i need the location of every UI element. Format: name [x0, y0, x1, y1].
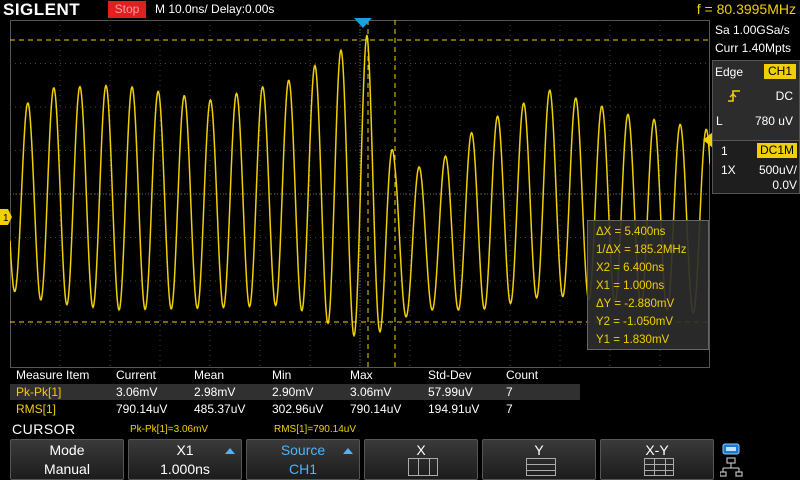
measure-mean: 485.37uV	[194, 402, 246, 416]
trigger-type: Edge	[715, 65, 744, 79]
measure-row[interactable]: Pk-Pk[1] 3.06mV 2.98mV 2.90mV 3.06mV 57.…	[10, 384, 580, 400]
measure-min: 302.96uV	[272, 402, 324, 416]
measure-name: Pk-Pk[1]	[16, 385, 62, 399]
measure-table: Measure Item Current Mean Min Max Std-De…	[10, 367, 710, 419]
brand-logo: SIGLENT	[3, 0, 81, 19]
channel-coupling-badge: DC1M	[757, 143, 797, 158]
memory-depth: Curr 1.40Mpts	[715, 41, 792, 55]
probe-attenuation: 1X	[721, 163, 736, 177]
menu-title-bar: CURSOR Pk-Pk[1]=3.06mV RMS[1]=790.14uV	[0, 420, 800, 438]
run-stop-badge[interactable]: Stop	[108, 1, 146, 18]
rising-edge-icon	[728, 90, 740, 102]
sample-rate: Sa 1.00GSa/s	[715, 23, 790, 37]
header-min: Min	[272, 368, 292, 382]
x-cursor-icon	[408, 458, 438, 476]
mode-softkey[interactable]: Mode Manual	[10, 439, 124, 480]
header-max: Max	[350, 368, 373, 382]
channel1-panel[interactable]: 1 DC1M 1X 500uV/ 0.0V	[712, 140, 800, 194]
system-icons	[720, 443, 743, 477]
y-softkey[interactable]: Y	[482, 439, 596, 480]
menu-title: CURSOR	[12, 421, 76, 437]
source-softkey[interactable]: Source CH1	[246, 439, 360, 480]
trigger-level-label: L	[716, 114, 723, 128]
network-icon	[720, 457, 743, 477]
channel-marker-icon[interactable]: 1	[0, 208, 12, 226]
measure-header-row: Measure Item Current Mean Min Max Std-De…	[10, 367, 580, 383]
vertical-offset: 0.0V	[772, 178, 797, 192]
xy-softkey[interactable]: X-Y	[600, 439, 714, 480]
header-count: Count	[506, 368, 539, 382]
measure-max: 790.14uV	[350, 402, 402, 416]
frequency-counter: f = 80.3995MHz	[696, 1, 796, 17]
softkey-label: Mode	[49, 442, 85, 458]
trigger-source-badge: CH1	[764, 64, 796, 79]
measure-current: 3.06mV	[116, 385, 158, 399]
measure-summary-1: Pk-Pk[1]=3.06mV	[130, 424, 209, 435]
cursor-readout-box: ΔX = 5.400ns 1/ΔX = 185.2MHz X2 = 6.400n…	[587, 220, 709, 350]
softkey-bar: Mode Manual X1 1.000ns Source CH1 X Y X-…	[0, 439, 800, 480]
header-std-dev: Std-Dev	[428, 368, 472, 382]
vertical-scale: 500uV/	[758, 163, 797, 177]
adjust-arrow-icon	[225, 448, 235, 454]
timebase-readout: M 10.0ns/ Delay:0.00s	[155, 2, 275, 16]
adjust-arrow-icon	[343, 448, 353, 454]
measure-std-dev: 57.99uV	[428, 385, 473, 399]
inverse-delta-x: 1/ΔX = 185.2MHz	[596, 244, 687, 256]
x-softkey[interactable]: X	[364, 439, 478, 480]
trigger-coupling: DC	[775, 89, 793, 103]
y1-value: Y1 = 1.830mV	[596, 334, 670, 346]
x2-value: X2 = 6.400ns	[596, 262, 665, 274]
measure-max: 3.06mV	[350, 385, 392, 399]
channel-number: 1	[721, 144, 728, 158]
softkey-value: 1.000ns	[160, 461, 210, 477]
usb-icon	[722, 443, 740, 455]
softkey-label: Y	[534, 442, 544, 458]
status-bar: SIGLENT Stop M 10.0ns/ Delay:0.00s f = 8…	[0, 0, 800, 20]
header-mean: Mean	[194, 368, 225, 382]
measure-std-dev: 194.91uV	[428, 402, 480, 416]
xy-cursor-icon	[644, 458, 674, 476]
softkey-value: CH1	[288, 461, 317, 477]
x1-softkey[interactable]: X1 1.000ns	[128, 439, 242, 480]
trigger-position-icon[interactable]	[354, 18, 372, 28]
trigger-level-value: 780 uV	[754, 114, 793, 128]
softkey-label: X-Y	[645, 442, 669, 458]
softkey-label: X	[416, 442, 426, 458]
header-measure-item: Measure Item	[16, 368, 90, 382]
y-cursor-icon	[526, 458, 556, 476]
delta-x: ΔX = 5.400ns	[596, 226, 666, 238]
y2-value: Y2 = -1.050mV	[596, 316, 674, 328]
x1-value: X1 = 1.000ns	[596, 280, 665, 292]
measure-current: 790.14uV	[116, 402, 168, 416]
softkey-value: Manual	[44, 461, 90, 477]
measure-mean: 2.98mV	[194, 385, 236, 399]
measure-min: 2.90mV	[272, 385, 314, 399]
measure-name: RMS[1]	[16, 402, 57, 416]
measure-count: 7	[506, 385, 513, 399]
delta-y: ΔY = -2.880mV	[596, 298, 675, 310]
measure-count: 7	[506, 402, 513, 416]
measure-summary-2: RMS[1]=790.14uV	[274, 424, 356, 435]
measure-row[interactable]: RMS[1] 790.14uV 485.37uV 302.96uV 790.14…	[10, 401, 580, 417]
channel-marker-label: 1	[3, 213, 9, 224]
header-current: Current	[116, 368, 157, 382]
